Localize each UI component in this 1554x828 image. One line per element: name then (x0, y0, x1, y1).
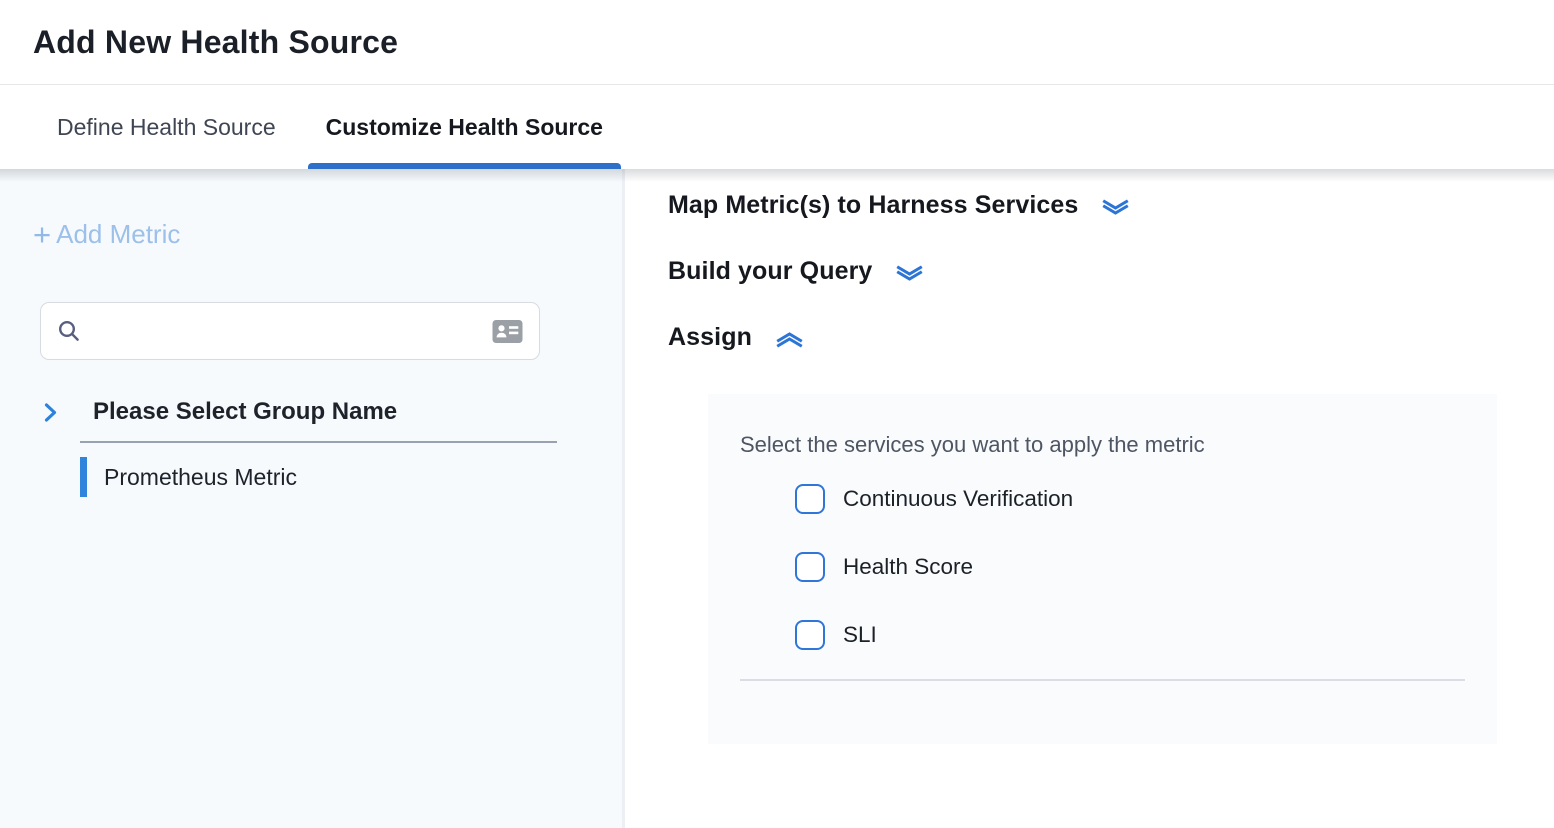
option-label: Health Score (843, 554, 973, 580)
chevron-down-icon[interactable] (894, 263, 925, 284)
tab-customize-health-source[interactable]: Customize Health Source (308, 85, 621, 169)
metric-list-item[interactable]: Prometheus Metric (80, 457, 622, 497)
assign-prompt: Select the services you want to apply th… (740, 432, 1497, 458)
sli-checkbox[interactable] (795, 620, 825, 650)
sidebar: + Add Metric (0, 169, 625, 828)
main-panel: Map Metric(s) to Harness Services Build … (625, 169, 1554, 828)
continuous-verification-checkbox[interactable] (795, 484, 825, 514)
option-health-score[interactable]: Health Score (795, 551, 1497, 583)
add-metric-button[interactable]: + Add Metric (33, 219, 180, 250)
selected-indicator-bar (80, 457, 87, 497)
tab-define-health-source[interactable]: Define Health Source (39, 85, 294, 169)
assign-panel: Select the services you want to apply th… (708, 394, 1497, 744)
section-title: Build your Query (668, 257, 872, 286)
plus-icon: + (33, 219, 51, 250)
section-title: Assign (668, 323, 752, 352)
header: Add New Health Source (0, 0, 1554, 85)
metric-group-row[interactable]: Please Select Group Name (42, 398, 622, 426)
content-area: + Add Metric (0, 169, 1554, 828)
metric-search-box (40, 302, 540, 360)
page-title: Add New Health Source (33, 24, 398, 61)
option-label: Continuous Verification (843, 486, 1073, 512)
search-input[interactable] (93, 318, 480, 344)
section-title: Map Metric(s) to Harness Services (668, 191, 1078, 220)
section-map-metrics-to-harness-services[interactable]: Map Metric(s) to Harness Services (668, 191, 1554, 220)
metric-name-label: Prometheus Metric (104, 464, 297, 491)
option-continuous-verification[interactable]: Continuous Verification (795, 483, 1497, 515)
option-sli[interactable]: SLI (795, 619, 1497, 651)
tab-bar: Define Health Source Customize Health So… (0, 85, 1554, 169)
chevron-down-icon[interactable] (1100, 197, 1131, 218)
add-health-source-screen: Add New Health Source Define Health Sour… (0, 0, 1554, 828)
section-build-your-query[interactable]: Build your Query (668, 257, 1554, 286)
chevron-right-icon[interactable] (42, 401, 59, 424)
group-divider (80, 441, 557, 443)
option-label: SLI (843, 622, 877, 648)
section-assign[interactable]: Assign (668, 323, 1554, 352)
search-icon (57, 319, 81, 343)
chevron-up-icon[interactable] (774, 329, 805, 350)
health-score-checkbox[interactable] (795, 552, 825, 582)
metric-group-label: Please Select Group Name (93, 398, 397, 426)
add-metric-label: Add Metric (56, 219, 180, 250)
panel-divider (740, 679, 1465, 681)
id-card-icon[interactable] (492, 319, 523, 344)
